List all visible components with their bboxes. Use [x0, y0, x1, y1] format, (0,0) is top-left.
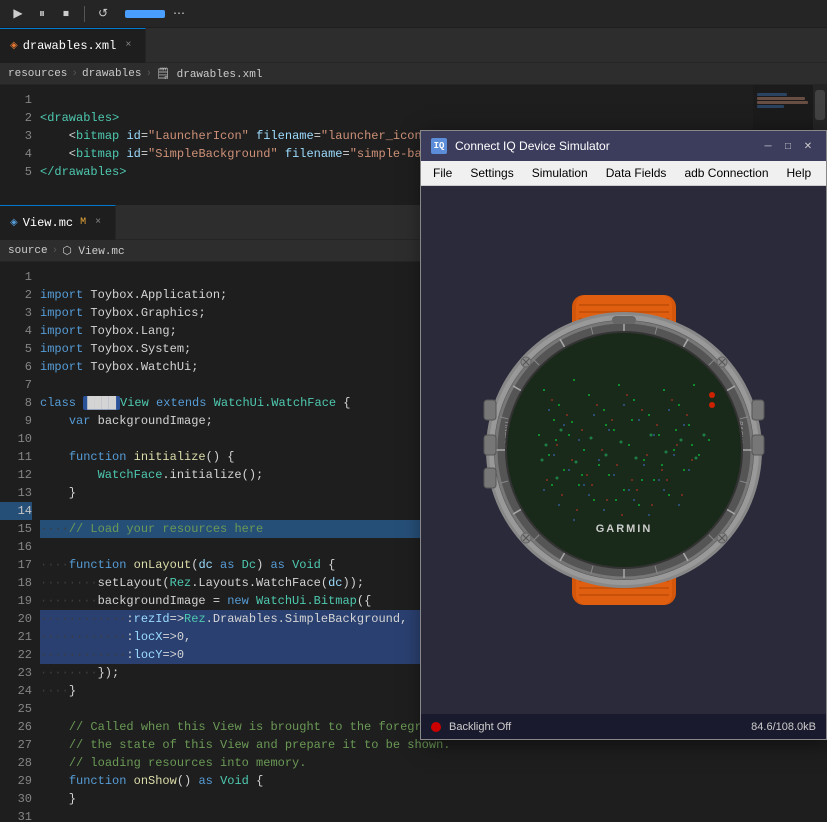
viewmc-tab-label: View.mc	[23, 216, 73, 230]
stop-button[interactable]: ⏹	[56, 4, 76, 24]
drawables-tab-close[interactable]: ×	[121, 39, 135, 53]
drawables-breadcrumb: resources › drawables › 🗒 drawables.xml	[0, 63, 827, 85]
sim-minimize-button[interactable]: ─	[760, 138, 776, 154]
drawables-scrollbar-thumb[interactable]	[815, 90, 825, 120]
restart-button[interactable]: ↺	[93, 4, 113, 24]
memory-status: 84.6/108.0kB	[751, 721, 816, 733]
viewmc-tab-close[interactable]: ×	[91, 216, 105, 230]
sim-statusbar: Backlight Off 84.6/108.0kB	[421, 714, 826, 739]
modified-indicator: M	[80, 217, 86, 228]
sim-titlebar: IQ Connect IQ Device Simulator ─ □ ✕	[421, 131, 826, 161]
xml-icon: ◈	[10, 40, 18, 52]
ide-container: ▶ ⏸ ⏹ ↺ ⋯ ◈ drawables.xml × resources › …	[0, 0, 827, 759]
svg-text:GARMIN: GARMIN	[595, 523, 652, 535]
sim-window-controls: ─ □ ✕	[760, 138, 816, 154]
sim-menu-simulation[interactable]: Simulation	[524, 164, 596, 182]
breadcrumb-resources: resources	[8, 68, 67, 80]
sim-menu-settings[interactable]: Settings	[462, 164, 521, 182]
drawables-tab[interactable]: ◈ drawables.xml ×	[0, 28, 146, 63]
breadcrumb-source: source	[8, 245, 48, 257]
sim-menu-help[interactable]: Help	[779, 164, 820, 182]
mc-icon: ◈	[10, 217, 18, 229]
sim-menubar: File Settings Simulation Data Fields adb…	[421, 161, 826, 186]
progress-bar	[125, 10, 165, 18]
drawables-tab-bar: ◈ drawables.xml ×	[0, 28, 827, 63]
drawables-tab-label: drawables.xml	[23, 39, 117, 53]
toolbar-separator	[84, 6, 85, 22]
sim-maximize-button[interactable]: □	[780, 138, 796, 154]
sim-menu-adb[interactable]: adb Connection	[676, 164, 776, 182]
more-button[interactable]: ⋯	[169, 4, 189, 24]
breadcrumb-file-drawables: 🗒 drawables.xml	[156, 67, 262, 81]
pause-button[interactable]: ⏸	[32, 4, 52, 24]
sim-close-button[interactable]: ✕	[800, 138, 816, 154]
sim-watch-area: 55 05 15 20 25 30 35 40 45 50 55 00 UP/M…	[421, 186, 826, 714]
sim-menu-file[interactable]: File	[425, 164, 460, 182]
viewmc-tab[interactable]: ◈ View.mc M ×	[0, 205, 116, 240]
drawables-line-numbers: 12345	[0, 85, 40, 205]
recording-indicator	[431, 722, 441, 732]
sim-title: Connect IQ Device Simulator	[455, 139, 752, 153]
watch-face-svg: 55 05 15 20 25 30 35 40 45 50 55 00 UP/M…	[464, 290, 784, 610]
breadcrumb-viewmc: ⬡ View.mc	[62, 244, 124, 258]
backlight-status: Backlight Off	[449, 721, 511, 733]
run-button[interactable]: ▶	[8, 4, 28, 24]
sim-icon: IQ	[431, 138, 447, 154]
viewmc-line-numbers: 12345 678910 111213 14 1516171819 202122…	[0, 262, 40, 822]
sim-menu-datafields[interactable]: Data Fields	[598, 164, 675, 182]
breadcrumb-drawables: drawables	[82, 68, 141, 80]
simulator-window: IQ Connect IQ Device Simulator ─ □ ✕ Fil…	[420, 130, 827, 740]
ide-toolbar: ▶ ⏸ ⏹ ↺ ⋯	[0, 0, 827, 28]
